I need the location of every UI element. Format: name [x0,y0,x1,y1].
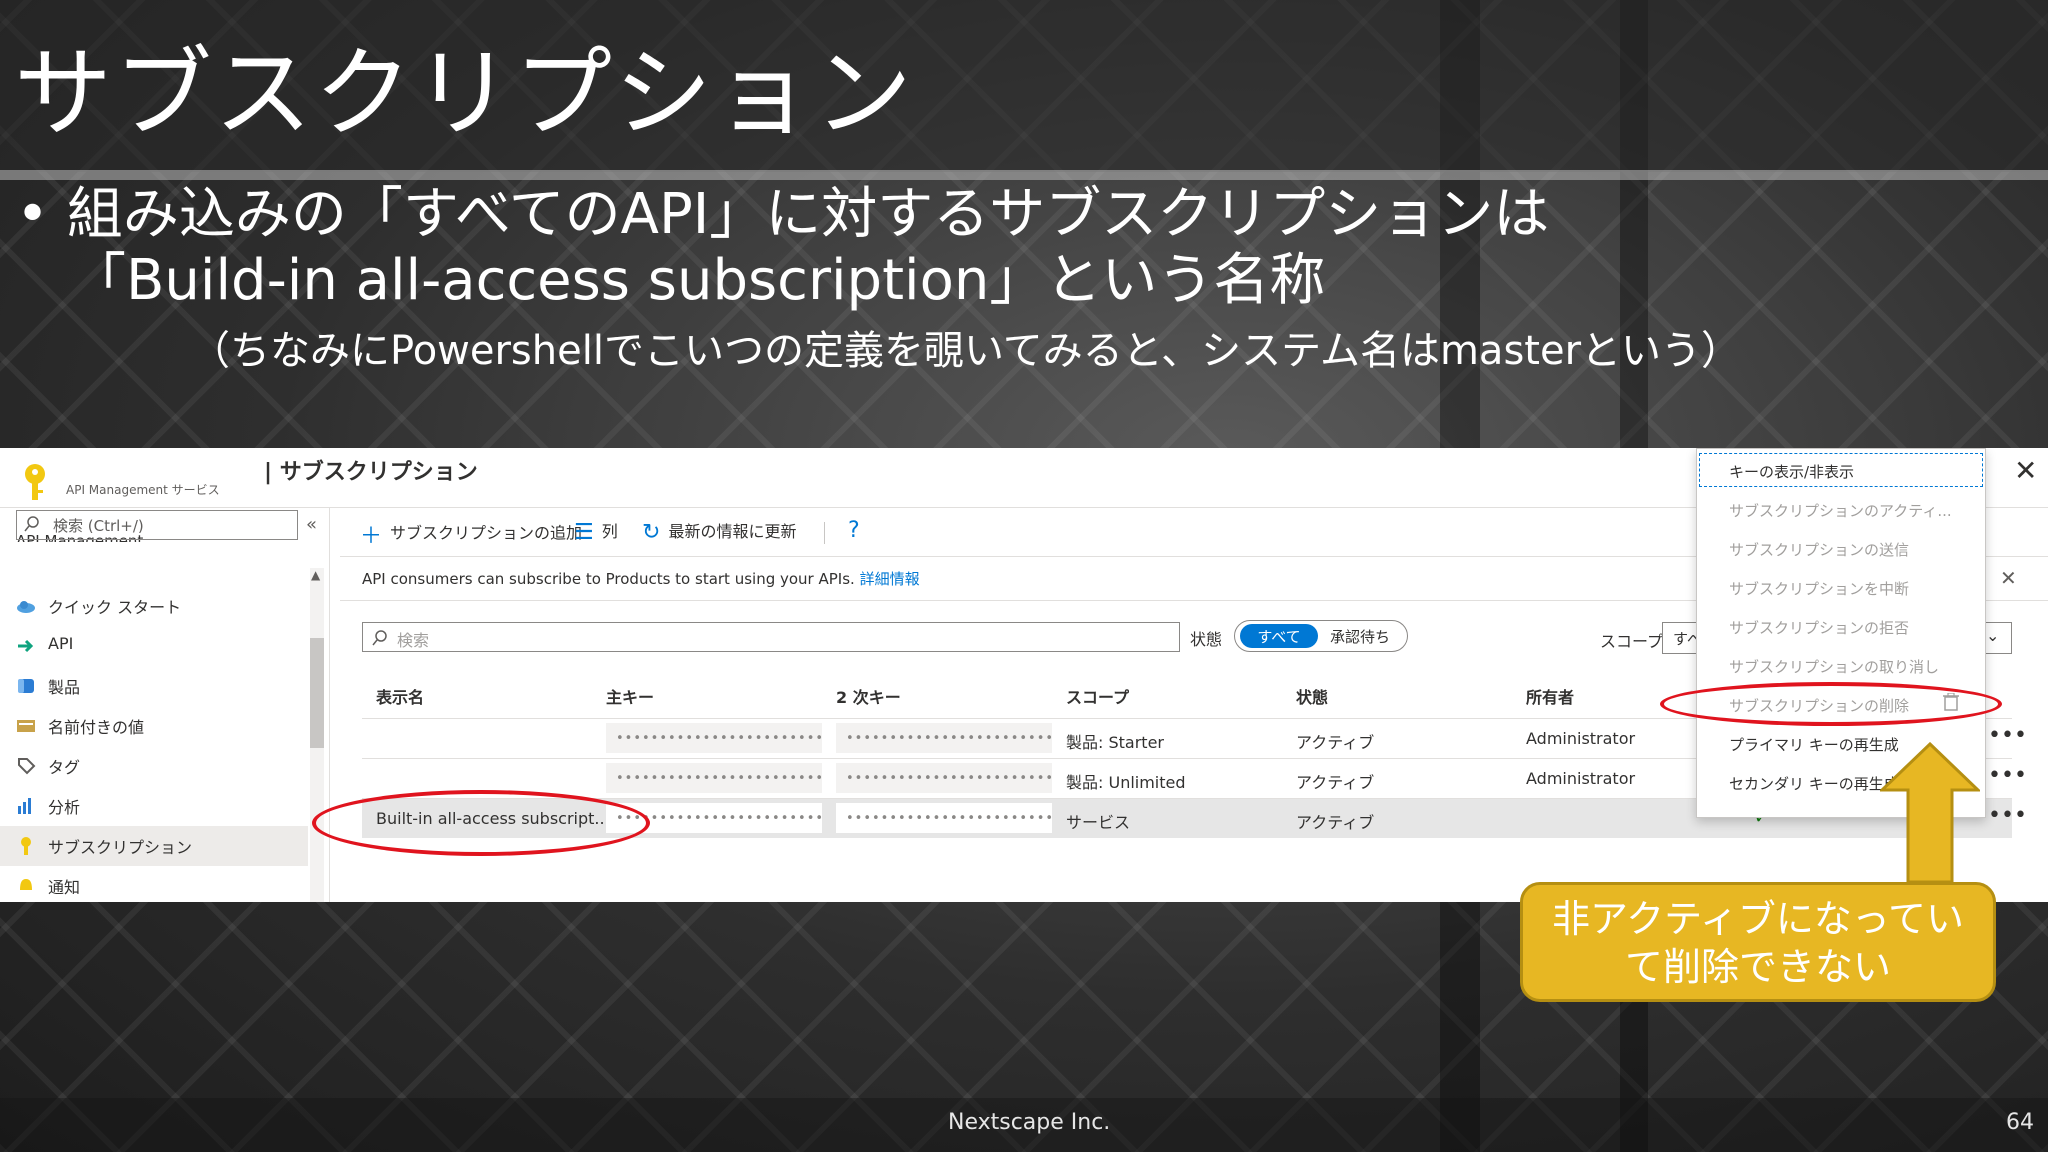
cell-owner: Administrator [1526,769,1636,788]
sidebar-item-label: 製品 [48,678,81,697]
title-rule [0,170,2048,180]
column-header-primary-key[interactable]: 主キー [606,684,654,708]
menu-item-suspend[interactable]: サブスクリプションを中断 [1697,568,1985,606]
bullet-line-2: 「Build-in all-access subscription」という名称 [70,248,1326,313]
highlight-ellipse-delete-item [1660,682,2002,726]
columns-button[interactable]: ☰ 列 [574,518,618,545]
info-banner: API consumers can subscribe to Products … [362,568,920,589]
sidebar-item-label: 分析 [48,798,81,817]
nav-search-input[interactable]: 検索 (Ctrl+/) [16,510,298,540]
menu-item-reject[interactable]: サブスクリプションの拒否 [1697,607,1985,645]
primary-key-field[interactable]: ••••••••••••••••••••••••... [606,723,822,753]
sidebar-item-label: 通知 [48,878,81,897]
menu-item-toggle-keys[interactable]: キーの表示/非表示 [1697,451,1985,489]
toggle-pending-option[interactable]: 承認待ち [1330,626,1390,647]
sidebar-item-analytics[interactable]: 分析 [0,786,308,826]
help-icon: ? [848,518,860,543]
secondary-key-field[interactable]: ••••••••••••••••••••••••... [836,763,1052,793]
add-subscription-button[interactable]: ＋ サブスクリプションの追加 [360,518,582,550]
toolbar-separator [824,522,825,544]
secondary-key-field[interactable]: ••••••••••••••••••••••••... [836,723,1052,753]
learn-more-link[interactable]: 詳細情報 [860,570,920,588]
filter-search-input[interactable]: 検索 [362,622,1180,652]
scroll-up-icon[interactable]: ▲ [311,568,320,582]
bell-icon [20,879,32,890]
tag-icon [18,758,36,775]
more-actions-icon[interactable]: ••• [1988,803,2027,828]
state-filter-label: 状態 [1190,630,1223,649]
more-actions-icon[interactable]: ••• [1988,723,2027,748]
menu-item-activate[interactable]: サブスクリプションのアクティ... [1697,490,1985,528]
menu-item-submit[interactable]: サブスクリプションの送信 [1697,529,1985,567]
callout-line-1: 非アクティブになってい [1552,897,1964,941]
sidebar-item-quickstart[interactable]: クイック スタート [0,586,308,626]
sidebar-item-products[interactable]: 製品 [0,666,308,706]
slide-note: （ちなみにPowershellでこいつの定義を覗いてみると、システム名はmast… [190,328,1742,374]
cell-state: アクティブ [1296,813,1375,832]
sidebar-item-subscriptions[interactable]: サブスクリプション [0,826,308,866]
cell-scope: サービス [1066,813,1131,832]
key-icon [25,464,45,500]
callout-line-2: て削除できない [1624,945,1891,989]
callout-box: 非アクティブになってい て削除できない [1520,882,1996,1002]
sidebar-item-api[interactable]: API [0,626,308,666]
refresh-label: 最新の情報に更新 [668,522,797,541]
column-header-display-name[interactable]: 表示名 [376,684,424,708]
highlight-ellipse-builtin-row [312,790,650,856]
add-subscription-label: サブスクリプションの追加 [390,523,583,543]
page-number: 64 [2006,1110,2034,1135]
key-icon [21,837,31,855]
product-cube-icon [18,679,34,693]
close-icon[interactable]: ✕ [2000,566,2017,590]
toggle-all-option[interactable]: すべて [1240,624,1318,648]
cell-state: アクティブ [1296,773,1375,792]
chart-icon [18,798,31,814]
sidebar-item-label: 名前付きの値 [48,718,145,737]
help-button[interactable]: ? [848,518,868,543]
callout-arrow [1880,742,1980,884]
column-header-owner[interactable]: 所有者 [1526,684,1574,708]
cell-scope: 製品: Unlimited [1066,773,1186,792]
column-header-secondary-key[interactable]: 2 次キー [836,684,901,708]
nav-scrollbar-thumb[interactable] [310,638,324,748]
info-text: API consumers can subscribe to Products … [362,570,860,588]
service-label: API Management サービス [66,483,220,497]
column-header-scope[interactable]: スコープ [1066,684,1129,708]
cloud-icon [17,601,35,613]
column-header-state[interactable]: 状態 [1296,684,1328,708]
sidebar-item-label: タグ [48,758,81,777]
collapse-nav-button[interactable]: « [306,514,317,535]
footer-company: Nextscape Inc. [948,1110,1111,1135]
search-icon [372,630,387,646]
columns-label: 列 [601,522,618,541]
api-arrow-icon [18,639,34,653]
portal-screenshot: API Management サービス | サブスクリプション ✕ API Ma… [0,448,2048,902]
columns-icon: ☰ [574,520,594,545]
menu-item-cancel[interactable]: サブスクリプションの取り消し [1697,646,1985,684]
cell-state: アクティブ [1296,733,1375,752]
sidebar-item-label: API [48,634,74,653]
sidebar-item-notifications[interactable]: 通知 [0,866,308,902]
primary-key-field[interactable]: ••••••••••••••••••••••••... [606,763,822,793]
more-actions-icon[interactable]: ••• [1988,763,2027,788]
bullet-line-1: • 組み込みの「すべてのAPI」に対するサブスクリプションは [16,182,1550,247]
named-values-icon [17,720,35,732]
page-title: | サブスクリプション [264,460,478,485]
sidebar-item-label: サブスクリプション [48,838,193,857]
cell-scope: 製品: Starter [1066,733,1164,752]
chevron-down-icon[interactable]: ⌄ [1986,626,1999,645]
refresh-icon: ↻ [642,520,661,545]
refresh-button[interactable]: ↻ 最新の情報に更新 [642,518,796,545]
secondary-key-field[interactable]: ••••••••••••••••••••••••... [836,803,1052,833]
plus-icon: ＋ [360,524,383,549]
slide-title: サブスクリプション [14,37,915,151]
close-icon[interactable]: ✕ [2014,454,2037,487]
sidebar-item-named-values[interactable]: 名前付きの値 [0,706,308,746]
cell-owner: Administrator [1526,729,1636,748]
sidebar-item-label: クイック スタート [48,598,182,617]
sidebar-item-tags[interactable]: タグ [0,746,308,786]
scope-filter-label: スコープ [1600,632,1664,651]
